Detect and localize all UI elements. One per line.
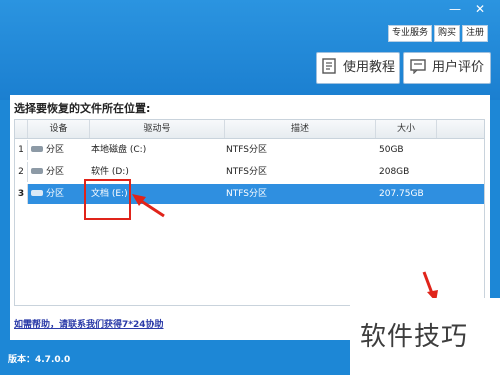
device-label: 分区 <box>46 167 65 177</box>
disk-icon <box>31 190 43 196</box>
table-row[interactable]: 1 分区 本地磁盘 (C:) NTFS分区 50GB <box>15 140 484 160</box>
description-cell: NTFS分区 <box>226 167 267 177</box>
document-icon <box>321 56 337 74</box>
description-cell: NTFS分区 <box>226 145 267 155</box>
tutorial-button[interactable]: 使用教程 <box>316 52 400 84</box>
description-cell: NTFS分区 <box>226 189 267 199</box>
device-label: 分区 <box>46 189 65 199</box>
minimize-button[interactable]: — <box>445 0 465 20</box>
device-label: 分区 <box>46 145 65 155</box>
row-index: 2 <box>15 162 28 182</box>
device-cell: 分区 <box>31 162 64 182</box>
header-device[interactable]: 设备 <box>28 120 90 138</box>
annotation-arrow-icon <box>132 194 165 218</box>
close-button[interactable]: ✕ <box>470 0 490 20</box>
panel-title: 选择要恢复的文件所在位置: <box>14 102 151 115</box>
table-header: 设备 驱动号 描述 大小 <box>15 120 484 139</box>
annotation-highlight-box <box>84 179 131 220</box>
size-cell: 50GB <box>379 145 404 155</box>
buy-link[interactable]: 购买 <box>434 25 460 42</box>
header-description[interactable]: 描述 <box>225 120 376 138</box>
watermark: 软件技巧 <box>350 298 500 375</box>
device-cell: 分区 <box>31 140 64 160</box>
review-label: 用户评价 <box>431 60 484 75</box>
comment-icon <box>410 56 426 75</box>
version-label: 版本：4.7.0.0 <box>8 355 71 365</box>
register-link[interactable]: 注册 <box>462 25 488 42</box>
help-link[interactable]: 如需帮助，请联系我们获得7*24协助 <box>14 317 164 330</box>
header-drive[interactable]: 驱动号 <box>90 120 225 138</box>
tutorial-label: 使用教程 <box>342 60 395 75</box>
pro-service-link[interactable]: 专业服务 <box>388 25 432 42</box>
title-bar <box>0 0 500 100</box>
size-cell: 208GB <box>379 167 410 177</box>
header-size[interactable]: 大小 <box>376 120 437 138</box>
size-cell: 207.75GB <box>379 189 424 199</box>
header-index <box>15 120 28 138</box>
disk-icon <box>31 168 43 174</box>
device-cell: 分区 <box>31 184 64 204</box>
disk-icon <box>31 146 43 152</box>
row-index: 3 <box>15 184 28 204</box>
drive-cell: 本地磁盘 (C:) <box>91 145 147 155</box>
watermark-text: 软件技巧 <box>360 322 469 352</box>
review-button[interactable]: 用户评价 <box>403 52 491 84</box>
row-index: 1 <box>15 140 28 160</box>
